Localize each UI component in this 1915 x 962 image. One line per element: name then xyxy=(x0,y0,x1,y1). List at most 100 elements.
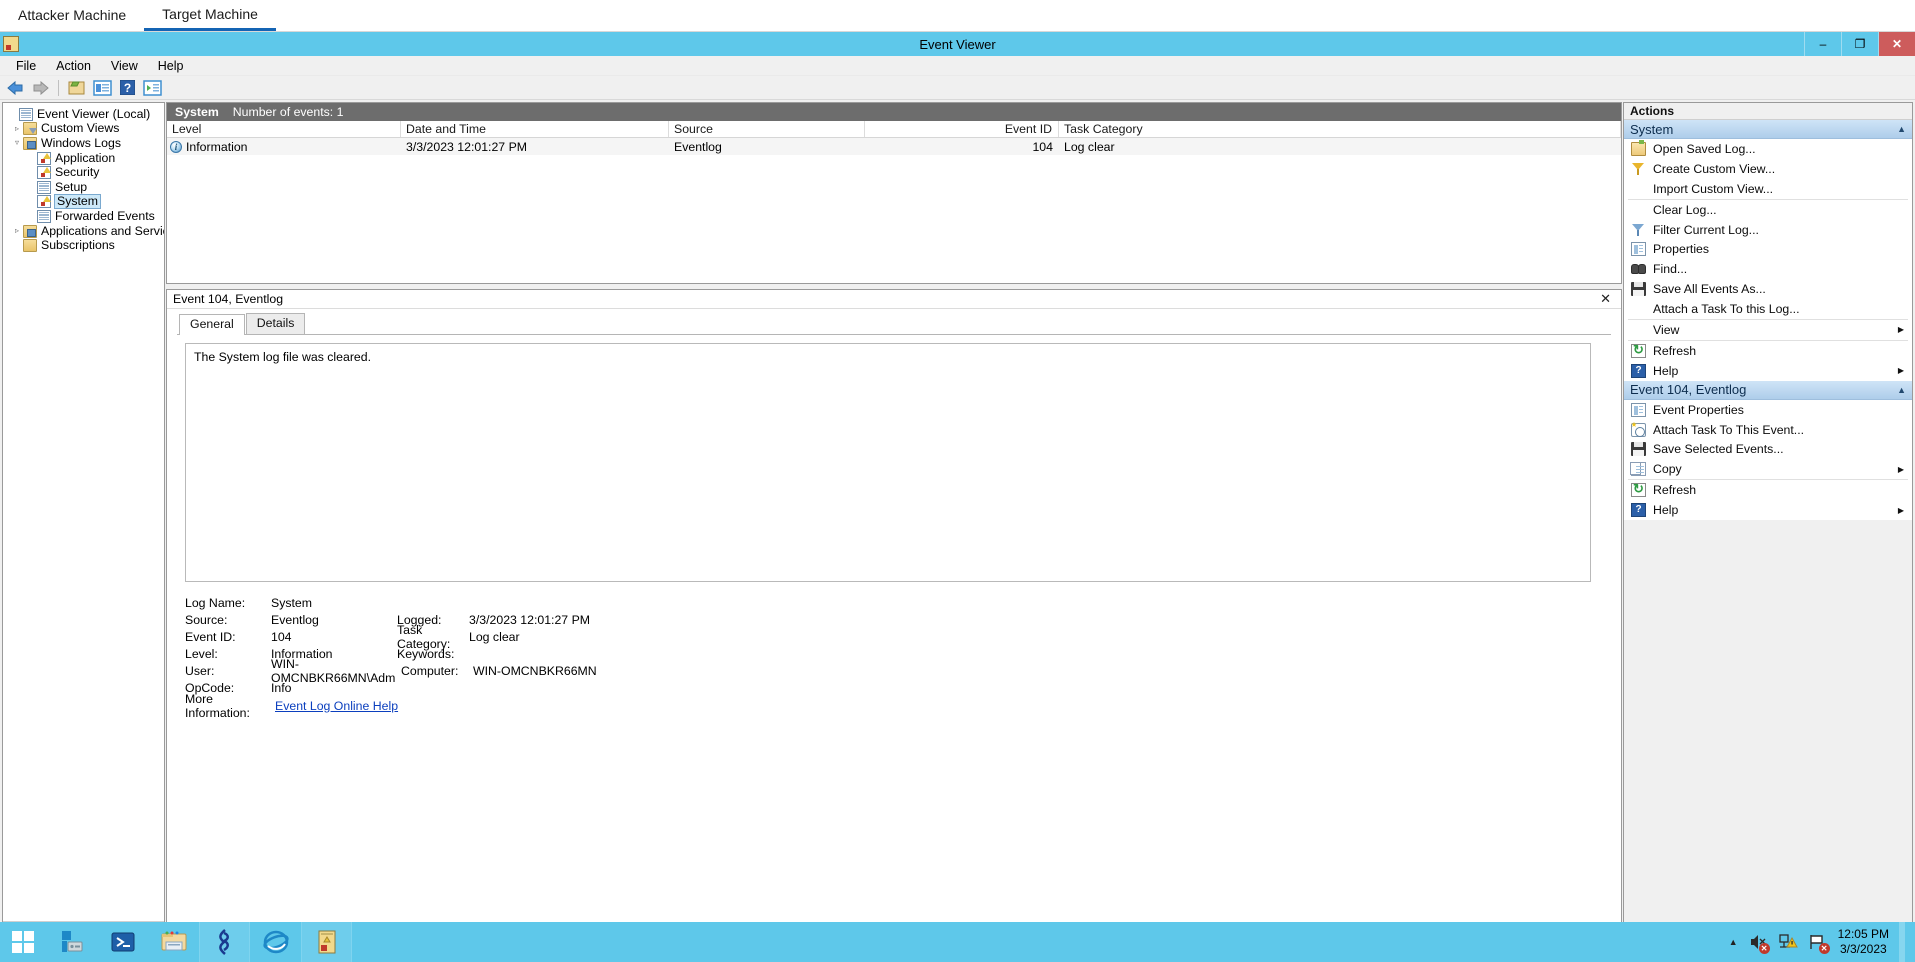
actions-group-event[interactable]: Event 104, Eventlog ▲ xyxy=(1624,380,1912,400)
action-open-saved-log[interactable]: Open Saved Log... xyxy=(1624,139,1912,159)
taskbar-event-viewer[interactable] xyxy=(301,922,352,962)
tree-item-label: Custom Views xyxy=(41,121,120,136)
menu-help[interactable]: Help xyxy=(148,56,194,76)
show-hide-console-tree-button[interactable] xyxy=(66,78,88,98)
close-button[interactable]: ✕ xyxy=(1878,32,1915,56)
expander-icon[interactable]: ▹ xyxy=(11,227,23,235)
tab-general[interactable]: General xyxy=(179,314,245,335)
tab-target-machine[interactable]: Target Machine xyxy=(144,0,276,31)
action-help[interactable]: Help ▶ xyxy=(1624,360,1912,381)
volume-muted-icon[interactable]: ✕ xyxy=(1748,932,1770,954)
field-label-level: Level: xyxy=(185,646,218,661)
forward-button[interactable] xyxy=(29,78,51,98)
column-header-event-id[interactable]: Event ID xyxy=(865,121,1059,137)
tree-item-setup[interactable]: Setup xyxy=(3,180,164,195)
action-filter-current-log[interactable]: Filter Current Log... xyxy=(1624,219,1912,240)
expander-icon[interactable]: ▹ xyxy=(11,124,23,133)
actions-group-system[interactable]: System ▲ xyxy=(1624,120,1912,139)
taskbar-powershell[interactable] xyxy=(97,922,148,962)
console-tree: Event Viewer (Local) ▹ Custom Views ▿ Wi… xyxy=(3,103,164,921)
maximize-button[interactable]: ❐ xyxy=(1841,32,1878,56)
action-attach-task-to-this-event[interactable]: Attach Task To This Event... xyxy=(1624,419,1912,440)
expander-icon[interactable]: ▿ xyxy=(11,139,23,147)
action-label: Open Saved Log... xyxy=(1653,141,1756,156)
taskbar-file-explorer[interactable] xyxy=(148,922,199,962)
action-save-selected-events[interactable]: Save Selected Events... xyxy=(1624,439,1912,460)
column-header-date-and-time[interactable]: Date and Time xyxy=(401,121,669,137)
action-save-all-events-as[interactable]: Save All Events As... xyxy=(1624,279,1912,300)
custom-views-folder-icon xyxy=(23,122,37,136)
action-attach-a-task-to-this-log[interactable]: Attach a Task To this Log... xyxy=(1624,299,1912,320)
action-help-event[interactable]: Help ▶ xyxy=(1624,500,1912,521)
show-hidden-icons-arrow-icon[interactable]: ▲ xyxy=(1729,937,1738,947)
action-event-properties[interactable]: Event Properties xyxy=(1624,399,1912,420)
action-clear-log[interactable]: Clear Log... xyxy=(1624,199,1912,220)
action-label: Copy xyxy=(1653,462,1682,477)
window-title: Event Viewer xyxy=(919,36,996,52)
detail-tabs: General Details xyxy=(167,309,1621,335)
field-value-computer: WIN-OMCNBKR66MN xyxy=(473,663,597,678)
action-create-custom-view[interactable]: Create Custom View... xyxy=(1624,158,1912,179)
network-warning-icon[interactable] xyxy=(1778,932,1798,952)
action-view[interactable]: View ▶ xyxy=(1624,320,1912,340)
action-copy[interactable]: Copy ▶ xyxy=(1624,459,1912,480)
menu-file[interactable]: File xyxy=(6,56,46,76)
tree-item-event-viewer-local[interactable]: Event Viewer (Local) xyxy=(3,107,164,122)
taskbar-server-manager[interactable] xyxy=(46,922,97,962)
cell-date-time: 3/3/2023 12:01:27 PM xyxy=(406,139,528,154)
event-viewer-icon xyxy=(3,36,19,52)
tree-item-label: Application xyxy=(55,150,116,165)
actions-pane: Actions System ▲ Open Saved Log... Creat… xyxy=(1623,102,1913,938)
tab-details[interactable]: Details xyxy=(245,313,306,334)
event-list-panel: System Number of events: 1 Level Date an… xyxy=(166,102,1622,284)
action-import-custom-view[interactable]: Import Custom View... xyxy=(1624,178,1912,199)
field-label-user: User: xyxy=(185,663,215,678)
no-icon xyxy=(1631,203,1646,217)
help-icon xyxy=(1631,503,1646,518)
start-button[interactable] xyxy=(0,922,46,962)
column-header-task-category[interactable]: Task Category xyxy=(1059,121,1621,137)
taskbar-clock[interactable]: 12:05 PM 3/3/2023 xyxy=(1838,927,1889,957)
column-header-level[interactable]: Level xyxy=(167,121,401,137)
tree-item-security[interactable]: Security xyxy=(3,165,164,180)
tab-attacker-machine[interactable]: Attacker Machine xyxy=(0,0,144,31)
cell-source: Eventlog xyxy=(674,139,722,154)
tree-item-application[interactable]: Application xyxy=(3,151,164,166)
collapse-caret-icon[interactable]: ▲ xyxy=(1897,385,1906,395)
event-log-online-help-link[interactable]: Event Log Online Help xyxy=(275,699,398,713)
show-hide-action-pane-button[interactable] xyxy=(141,78,163,98)
tree-item-forwarded-events[interactable]: Forwarded Events xyxy=(3,209,164,224)
table-row[interactable]: i Information 3/3/2023 12:01:27 PM Event… xyxy=(167,138,1621,155)
action-refresh-event[interactable]: Refresh xyxy=(1624,480,1912,501)
tree-item-custom-views[interactable]: ▹ Custom Views xyxy=(3,122,164,137)
submenu-arrow-icon: ▶ xyxy=(1897,505,1904,515)
collapse-caret-icon[interactable]: ▲ xyxy=(1897,124,1906,134)
column-header-source[interactable]: Source xyxy=(669,121,865,137)
back-button[interactable] xyxy=(4,78,26,98)
tree-item-subscriptions[interactable]: Subscriptions xyxy=(3,238,164,253)
machine-tab-strip: Attacker Machine Target Machine xyxy=(0,0,1915,32)
show-desktop-button[interactable] xyxy=(1899,922,1905,962)
action-properties[interactable]: Properties xyxy=(1624,239,1912,260)
menu-action[interactable]: Action xyxy=(46,56,101,76)
detail-close-icon[interactable]: ✕ xyxy=(1596,291,1615,307)
tree-item-windows-logs[interactable]: ▿ Windows Logs xyxy=(3,136,164,151)
taskbar-bitvise[interactable] xyxy=(199,922,250,962)
minimize-button[interactable]: – xyxy=(1804,32,1841,56)
tree-item-label: Forwarded Events xyxy=(55,208,155,223)
tree-item-label: Security xyxy=(55,165,100,180)
tree-item-system[interactable]: System xyxy=(3,194,164,210)
action-refresh[interactable]: Refresh xyxy=(1624,340,1912,361)
action-find[interactable]: Find... xyxy=(1624,259,1912,280)
action-center-flag-icon[interactable]: ✕ xyxy=(1808,932,1830,954)
taskbar-internet-explorer[interactable] xyxy=(250,922,301,962)
help-button[interactable]: ? xyxy=(116,78,138,98)
menu-view[interactable]: View xyxy=(101,56,148,76)
tree-item-applications-and-services-logs[interactable]: ▹ Applications and Services Lo xyxy=(3,224,164,239)
field-label-log-name: Log Name: xyxy=(185,595,246,610)
action-label: Find... xyxy=(1653,262,1688,277)
field-label-keywords: Keywords: xyxy=(397,646,455,661)
field-row: User: WIN-OMCNBKR66MN\Adm Computer: WIN-… xyxy=(185,657,1591,685)
open-folder-icon xyxy=(1631,139,1646,156)
properties-button[interactable] xyxy=(91,78,113,98)
